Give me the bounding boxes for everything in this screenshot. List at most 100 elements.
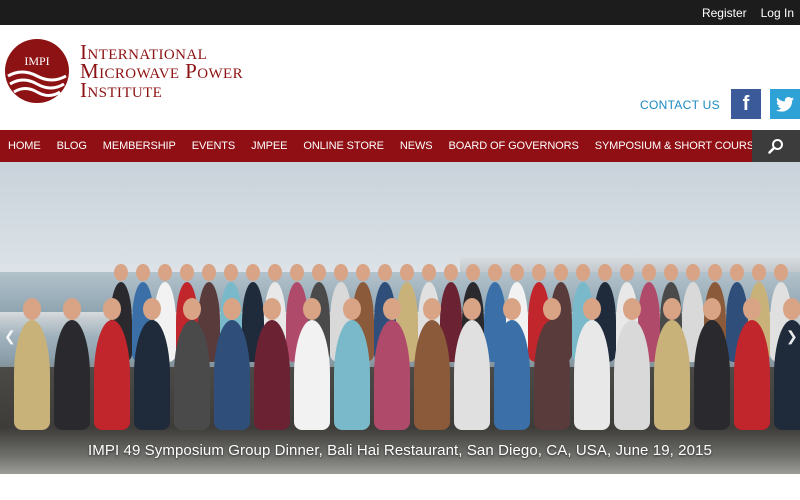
twitter-button[interactable] bbox=[770, 89, 800, 119]
register-link[interactable]: Register bbox=[702, 6, 747, 20]
search-button[interactable] bbox=[752, 130, 800, 162]
slide-caption: IMPI 49 Symposium Group Dinner, Bali Hai… bbox=[88, 442, 712, 459]
nav-news[interactable]: NEWS bbox=[400, 140, 433, 152]
account-links: Register Log In bbox=[702, 0, 794, 25]
group-photo-head bbox=[554, 264, 568, 281]
group-photo-head bbox=[114, 264, 128, 281]
facebook-icon: f bbox=[742, 92, 750, 115]
group-photo-head bbox=[543, 298, 561, 320]
group-photo-head bbox=[103, 298, 121, 320]
group-photo-head bbox=[708, 264, 722, 281]
group-photo-person bbox=[574, 320, 610, 430]
group-photo-person bbox=[414, 320, 450, 430]
group-photo-person bbox=[694, 320, 730, 430]
facebook-button[interactable]: f bbox=[731, 89, 761, 119]
group-photo-head bbox=[224, 264, 238, 281]
logo-abbrev: IMPI bbox=[24, 54, 49, 68]
search-icon bbox=[768, 139, 783, 154]
group-photo-head bbox=[730, 264, 744, 281]
group-photo-person bbox=[54, 320, 90, 430]
group-photo-person bbox=[14, 320, 50, 430]
group-photo-head bbox=[183, 298, 201, 320]
twitter-icon bbox=[776, 96, 794, 112]
group-photo-head bbox=[290, 264, 304, 281]
group-photo-person bbox=[534, 320, 570, 430]
group-photo-head bbox=[642, 264, 656, 281]
group-photo-head bbox=[686, 264, 700, 281]
group-photo-person bbox=[334, 320, 370, 430]
slider-prev-icon[interactable]: ❮ bbox=[4, 328, 16, 345]
group-photo-head bbox=[383, 298, 401, 320]
main-nav: HOME BLOG MEMBERSHIP EVENTS JMPEE ONLINE… bbox=[0, 130, 800, 162]
top-bar: Register Log In bbox=[0, 0, 800, 25]
group-photo-head bbox=[136, 264, 150, 281]
nav-membership[interactable]: MEMBERSHIP bbox=[103, 140, 176, 152]
page-bottom-strip bbox=[0, 474, 800, 500]
group-photo-head bbox=[752, 264, 766, 281]
group-photo-person bbox=[614, 320, 650, 430]
nav-events[interactable]: EVENTS bbox=[192, 140, 236, 152]
nav-blog[interactable]: BLOG bbox=[57, 140, 87, 152]
site-name-line-3: Institute bbox=[80, 78, 163, 102]
group-photo-head bbox=[532, 264, 546, 281]
nav-jmpee[interactable]: JMPEE bbox=[251, 140, 287, 152]
group-photo-head bbox=[488, 264, 502, 281]
group-photo-head bbox=[343, 298, 361, 320]
hero-slider: ❮ ❯ IMPI 49 Symposium Group Dinner, Bali… bbox=[0, 162, 800, 474]
impi-logo[interactable]: IMPI bbox=[4, 38, 70, 104]
group-photo-head bbox=[423, 298, 441, 320]
group-photo-head bbox=[400, 264, 414, 281]
group-photo-head bbox=[774, 264, 788, 281]
group-photo-head bbox=[263, 298, 281, 320]
group-photo-person bbox=[294, 320, 330, 430]
contact-us-link[interactable]: CONTACT US bbox=[640, 98, 720, 112]
nav-symposium-short-courses[interactable]: SYMPOSIUM & SHORT COURSES bbox=[595, 140, 769, 152]
group-photo-head bbox=[378, 264, 392, 281]
slider-next-icon[interactable]: ❯ bbox=[786, 328, 798, 345]
login-link[interactable]: Log In bbox=[761, 6, 794, 20]
group-photo-head bbox=[743, 298, 761, 320]
group-photo-head bbox=[246, 264, 260, 281]
group-photo-head bbox=[180, 264, 194, 281]
group-photo-head bbox=[444, 264, 458, 281]
group-photo-head bbox=[202, 264, 216, 281]
group-photo-person bbox=[94, 320, 130, 430]
group-photo-head bbox=[598, 264, 612, 281]
group-photo-head bbox=[466, 264, 480, 281]
nav-home[interactable]: HOME bbox=[8, 140, 41, 152]
group-photo-head bbox=[576, 264, 590, 281]
group-photo-head bbox=[664, 264, 678, 281]
group-photo-person bbox=[734, 320, 770, 430]
group-photo-person bbox=[374, 320, 410, 430]
group-photo-head bbox=[503, 298, 521, 320]
nav-items: HOME BLOG MEMBERSHIP EVENTS JMPEE ONLINE… bbox=[0, 130, 776, 162]
group-photo-head bbox=[23, 298, 41, 320]
group-photo-person bbox=[214, 320, 250, 430]
site-name[interactable]: International Microwave Power Institute bbox=[80, 42, 243, 102]
nav-online-store[interactable]: ONLINE STORE bbox=[303, 140, 384, 152]
group-photo-person bbox=[174, 320, 210, 430]
group-photo-head bbox=[463, 298, 481, 320]
group-photo-head bbox=[223, 298, 241, 320]
group-photo-head bbox=[312, 264, 326, 281]
site-header: IMPI International Microwave Power Insti… bbox=[0, 25, 800, 130]
group-photo-person bbox=[654, 320, 690, 430]
group-photo-head bbox=[703, 298, 721, 320]
group-photo-head bbox=[303, 298, 321, 320]
group-photo-head bbox=[783, 298, 800, 320]
group-photo-head bbox=[158, 264, 172, 281]
group-photo-person bbox=[134, 320, 170, 430]
group-photo-head bbox=[63, 298, 81, 320]
group-photo-head bbox=[422, 264, 436, 281]
group-photo bbox=[0, 242, 800, 432]
group-photo-head bbox=[663, 298, 681, 320]
group-photo-head bbox=[620, 264, 634, 281]
group-photo-head bbox=[510, 264, 524, 281]
group-photo-person bbox=[494, 320, 530, 430]
nav-board-of-governors[interactable]: BOARD OF GOVERNORS bbox=[448, 140, 578, 152]
group-photo-person bbox=[254, 320, 290, 430]
group-photo-person bbox=[454, 320, 490, 430]
group-photo-head bbox=[583, 298, 601, 320]
group-photo-head bbox=[623, 298, 641, 320]
group-photo-head bbox=[268, 264, 282, 281]
